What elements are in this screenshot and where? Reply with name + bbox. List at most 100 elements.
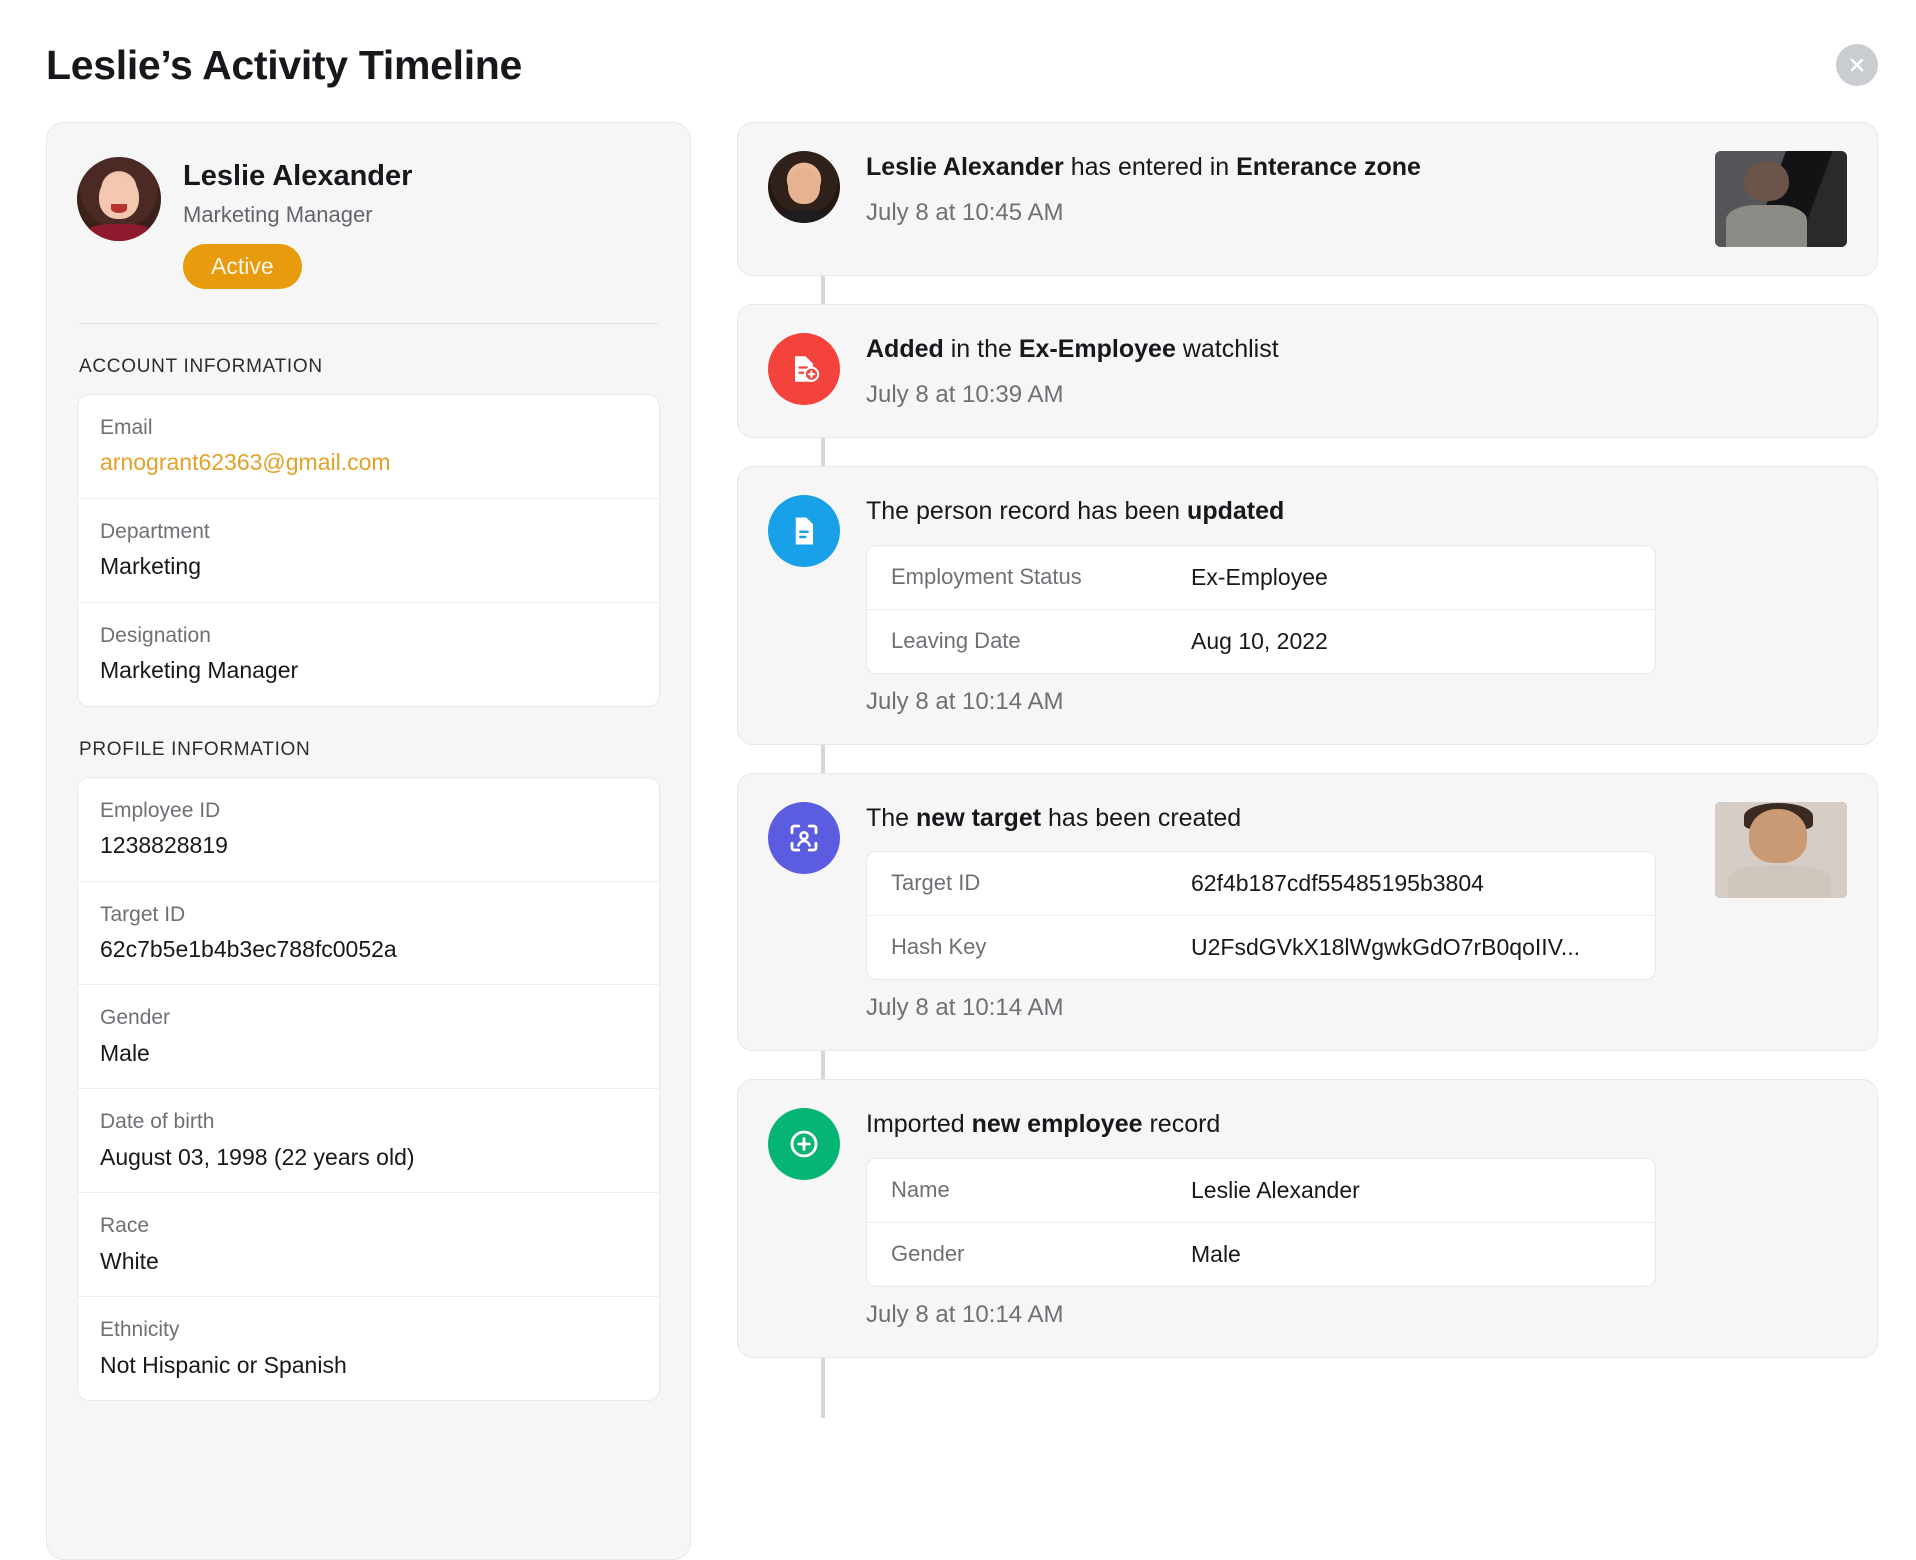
field-row: Employee ID 1238828819 bbox=[78, 778, 659, 882]
table-cell-value: Aug 10, 2022 bbox=[1191, 627, 1328, 654]
table-cell-key: Name bbox=[891, 1177, 950, 1202]
timeline-connector bbox=[821, 744, 825, 773]
activity-timeline-page: Leslie’s Activity Timeline Leslie Alexan… bbox=[0, 0, 1916, 1560]
timeline-card[interactable]: The person record has been updated Employ… bbox=[737, 465, 1878, 745]
field-row: Target ID 62c7b5e1b4b3ec788fc0052a bbox=[78, 882, 659, 986]
timeline-text-part: Enterance zone bbox=[1236, 153, 1421, 181]
field-value: Marketing Manager bbox=[100, 657, 299, 684]
field-value: 62c7b5e1b4b3ec788fc0052a bbox=[100, 935, 397, 962]
timeline-detail-table: Name Leslie Alexander Gender Male bbox=[866, 1158, 1656, 1287]
timeline-text-part: new employee bbox=[971, 1110, 1143, 1139]
profile-card: Leslie Alexander Marketing Manager Activ… bbox=[46, 122, 691, 1560]
field-value: Not Hispanic or Spanish bbox=[100, 1351, 347, 1378]
field-row: Gender Male bbox=[78, 985, 659, 1090]
profile-role: Marketing Manager bbox=[183, 201, 373, 227]
timeline-card-body: The person record has been updated Employ… bbox=[866, 495, 1847, 716]
status-badge[interactable]: Active bbox=[183, 243, 302, 289]
field-value: 1238828819 bbox=[100, 832, 228, 859]
timeline-text-part: has been created bbox=[1041, 803, 1242, 832]
timeline-text-part: Added bbox=[866, 335, 944, 363]
field-value-link[interactable]: arnogrant62363@gmail.com bbox=[100, 445, 637, 480]
timeline-card[interactable]: Added in the Ex-Employee watchlist July 8… bbox=[737, 304, 1878, 438]
timeline-connector bbox=[821, 1051, 825, 1080]
table-cell-value: 62f4b187cdf55485195b3804 bbox=[1191, 870, 1484, 897]
table-cell-key: Target ID bbox=[891, 870, 981, 896]
timeline-item: Imported new employee record Name Leslie A… bbox=[737, 1079, 1878, 1358]
timeline-card[interactable]: Imported new employee record Name Leslie A… bbox=[737, 1079, 1878, 1358]
timeline-card[interactable]: The new target has been created Target ID… bbox=[737, 772, 1878, 1052]
timeline-text: The person record has been updated bbox=[866, 495, 1847, 529]
table-cell-value: U2FsdGVkX18lWgwkGdO7rB0qoIIV... bbox=[1191, 934, 1581, 961]
timeline-item: Leslie Alexander has entered in Enteranc… bbox=[737, 122, 1878, 276]
timeline-card-body: Imported new employee record Name Leslie A… bbox=[866, 1108, 1847, 1329]
table-cell-value: Ex-Employee bbox=[1191, 563, 1328, 590]
table-cell-key: Leaving Date bbox=[891, 627, 1021, 653]
table-row: Target ID 62f4b187cdf55485195b3804 bbox=[867, 852, 1655, 917]
timeline-text-part: Imported bbox=[866, 1110, 972, 1139]
timeline-text-part: updated bbox=[1187, 496, 1285, 525]
field-label: Ethnicity bbox=[100, 1318, 180, 1342]
table-cell-value: Male bbox=[1191, 1241, 1241, 1267]
timeline-timestamp: July 8 at 10:39 AM bbox=[866, 380, 1064, 408]
field-row: Ethnicity Not Hispanic or Spanish bbox=[78, 1297, 659, 1400]
field-row: Race White bbox=[78, 1193, 659, 1298]
person-photo-icon bbox=[768, 151, 840, 223]
timeline-text: The new target has been created bbox=[866, 802, 1671, 836]
document-add-icon bbox=[768, 333, 840, 405]
field-row: Date of birth August 03, 1998 (22 years o… bbox=[78, 1089, 659, 1194]
table-row: Hash Key U2FsdGVkX18lWgwkGdO7rB0qoIIV... bbox=[867, 916, 1655, 979]
timeline-item: Added in the Ex-Employee watchlist July 8… bbox=[737, 304, 1878, 438]
timeline-card[interactable]: Leslie Alexander has entered in Enteranc… bbox=[737, 122, 1878, 276]
table-row: Leaving Date Aug 10, 2022 bbox=[867, 610, 1655, 673]
timeline-text-part: has entered in bbox=[1063, 153, 1237, 181]
table-row: Gender Male bbox=[867, 1223, 1655, 1286]
field-label: Designation bbox=[100, 623, 211, 647]
field-label: Employee ID bbox=[100, 798, 221, 822]
field-label: Target ID bbox=[100, 902, 186, 926]
timeline-text-part: new target bbox=[916, 803, 1042, 832]
timeline-text-part: Ex-Employee bbox=[1018, 335, 1176, 363]
timeline-card-body: Leslie Alexander has entered in Enteranc… bbox=[866, 151, 1671, 247]
timeline-connector bbox=[821, 437, 825, 466]
timeline-item: The new target has been created Target ID… bbox=[737, 772, 1878, 1052]
divider bbox=[79, 322, 658, 324]
field-row: Department Marketing bbox=[78, 499, 659, 603]
document-icon bbox=[768, 494, 840, 567]
timeline-timestamp: July 8 at 10:14 AM bbox=[866, 994, 1064, 1022]
timeline-card-body: The new target has been created Target ID… bbox=[866, 802, 1671, 1023]
field-row: Email arnogrant62363@gmail.com bbox=[78, 395, 659, 499]
field-label: Department bbox=[100, 519, 210, 543]
face-scan-icon bbox=[768, 801, 840, 874]
timeline-timestamp: July 8 at 10:14 AM bbox=[866, 1301, 1064, 1328]
field-value: Marketing bbox=[100, 553, 201, 580]
timeline-detail-table: Employment Status Ex-Employee Leaving Date… bbox=[866, 544, 1656, 674]
field-value: August 03, 1998 (22 years old) bbox=[100, 1143, 415, 1170]
timeline-text: Added in the Ex-Employee watchlist bbox=[866, 333, 1847, 367]
timeline-text: Imported new employee record bbox=[866, 1108, 1847, 1142]
table-row: Employment Status Ex-Employee bbox=[867, 546, 1655, 610]
field-label: Date of birth bbox=[100, 1110, 215, 1134]
timeline-connector bbox=[821, 1358, 825, 1418]
table-cell-key: Gender bbox=[891, 1241, 965, 1266]
capture-thumbnail[interactable] bbox=[1715, 151, 1847, 247]
profile-header: Leslie Alexander Marketing Manager Activ… bbox=[77, 157, 660, 289]
capture-thumbnail[interactable] bbox=[1715, 801, 1847, 898]
timeline-item: The person record has been updated Employ… bbox=[737, 465, 1878, 745]
field-value: Male bbox=[100, 1039, 150, 1066]
profile-name: Leslie Alexander bbox=[183, 160, 413, 192]
table-row: Name Leslie Alexander bbox=[867, 1159, 1655, 1223]
profile-information-label: PROFILE INFORMATION bbox=[79, 738, 311, 760]
profile-information-group: Employee ID 1238828819 Target ID 62c7b5e1b4… bbox=[77, 776, 660, 1402]
timeline-text-part: in the bbox=[943, 335, 1019, 363]
field-label: Gender bbox=[100, 1006, 171, 1030]
field-row: Designation Marketing Manager bbox=[78, 603, 659, 706]
table-cell-key: Hash Key bbox=[891, 934, 987, 960]
account-information-group: Email arnogrant62363@gmail.com Department M… bbox=[77, 393, 660, 707]
timeline-text: Leslie Alexander has entered in Enteranc… bbox=[866, 151, 1671, 185]
field-label: Race bbox=[100, 1214, 150, 1238]
timeline-card-body: Added in the Ex-Employee watchlist July 8… bbox=[866, 333, 1847, 409]
timeline-text-part: The bbox=[866, 803, 917, 832]
table-cell-value: Leslie Alexander bbox=[1191, 1177, 1360, 1203]
close-icon[interactable] bbox=[1836, 44, 1878, 86]
timeline-detail-table: Target ID 62f4b187cdf55485195b3804 Hash Ke… bbox=[866, 851, 1656, 981]
